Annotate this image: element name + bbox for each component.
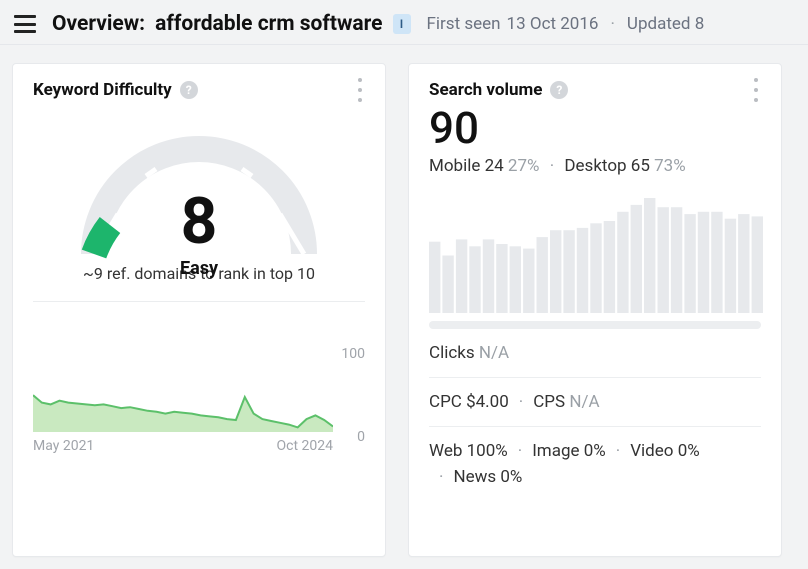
clicks-label: Clicks — [429, 343, 475, 363]
cpc-value: $4.00 — [466, 392, 509, 412]
sv-desktop-label: Desktop — [564, 156, 626, 176]
sv-cpc-row: CPC $4.00 CPS N/A — [429, 378, 761, 427]
sv-trend-chart — [429, 198, 761, 313]
kd-ymax: 100 — [341, 346, 365, 362]
news-value: 0% — [500, 467, 522, 487]
sv-total: 90 — [429, 104, 761, 152]
news-label: News — [453, 467, 496, 487]
sv-title: Search volume — [429, 80, 542, 100]
header-bar: Overview: affordable crm software I Firs… — [0, 0, 808, 45]
cards-row: Keyword Difficulty ? 8 Easy — [0, 45, 808, 569]
image-value: 0% — [584, 441, 606, 461]
card-menu-button[interactable] — [747, 78, 765, 102]
kd-trend-chart: 100 0 May 2021 Oct 2024 — [33, 301, 365, 449]
image-label: Image — [532, 441, 579, 461]
updated-label: Updated 8 — [627, 14, 704, 34]
search-volume-card: Search volume ? 90 Mobile 24 27% · Deskt… — [408, 63, 782, 557]
intent-badge[interactable]: I — [393, 14, 411, 34]
keyword-difficulty-card: Keyword Difficulty ? 8 Easy — [12, 63, 386, 557]
clicks-value: N/A — [479, 343, 509, 363]
first-seen-label: First seen — [427, 14, 501, 34]
sv-mobile-val: 24 — [485, 156, 504, 176]
kd-ymin: 0 — [357, 429, 365, 445]
help-icon[interactable]: ? — [550, 81, 568, 99]
cpc-label: CPC — [429, 392, 462, 412]
overview-label: Overview: — [52, 12, 145, 36]
kd-xend: Oct 2024 — [277, 438, 334, 454]
sv-scrollbar[interactable] — [429, 321, 761, 329]
header-meta: First seen 13 Oct 2016 · Updated 8 — [427, 14, 705, 34]
sv-mobile-pct: 27% — [508, 156, 540, 176]
first-seen-value: 13 Oct 2016 — [507, 14, 599, 34]
help-icon[interactable]: ? — [180, 81, 198, 99]
kd-title: Keyword Difficulty — [33, 80, 172, 100]
sv-desktop-pct: 73% — [654, 156, 686, 176]
overview-keyword: affordable crm software — [155, 12, 382, 36]
cps-label: CPS — [533, 392, 565, 412]
menu-icon[interactable] — [14, 15, 36, 33]
sv-desktop-val: 65 — [631, 156, 650, 176]
sv-types-row: Web 100% Image 0% Video 0% News 0% — [429, 427, 761, 501]
web-value: 100% — [467, 441, 508, 461]
page-title: Overview: affordable crm software I — [52, 12, 411, 36]
card-menu-button[interactable] — [351, 78, 369, 102]
kd-rating: Easy — [74, 258, 324, 279]
video-label: Video — [630, 441, 673, 461]
kd-gauge: 8 Easy ~9 ref. domains to rank in top 10 — [33, 112, 365, 283]
web-label: Web — [429, 441, 462, 461]
sv-mobile-label: Mobile — [429, 156, 480, 176]
video-value: 0% — [678, 441, 700, 461]
sv-clicks-row: Clicks N/A — [429, 329, 761, 378]
kd-xstart: May 2021 — [33, 438, 94, 454]
sv-device-split: Mobile 24 27% · Desktop 65 73% — [429, 156, 761, 176]
cps-value: N/A — [569, 392, 599, 412]
kd-score: 8 — [74, 190, 324, 254]
